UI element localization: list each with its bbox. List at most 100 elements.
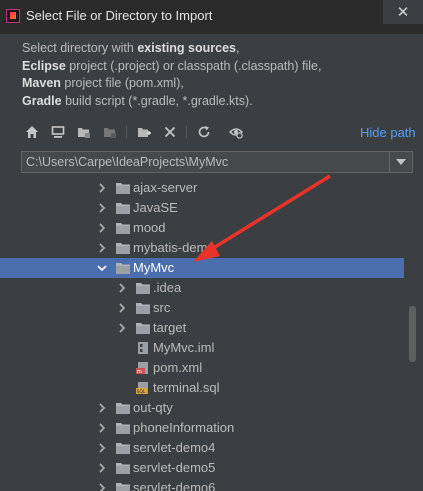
tree-folder-row[interactable]: out-qty bbox=[0, 398, 404, 418]
tree-item-label: mood bbox=[133, 220, 166, 235]
toolbar-separator bbox=[186, 125, 187, 139]
tree-folder-row[interactable]: servlet-demo4 bbox=[0, 438, 404, 458]
import-description: Select directory with existing sources, … bbox=[22, 40, 412, 110]
tree-item-label: .idea bbox=[153, 280, 182, 295]
folder-icon bbox=[116, 443, 130, 454]
svg-text:SQL: SQL bbox=[137, 389, 146, 395]
description-text: build script (*.gradle, *.gradle.kts). bbox=[61, 93, 253, 108]
module-folder-icon[interactable] bbox=[102, 124, 118, 140]
description-text: project (.project) or classpath (.classp… bbox=[65, 58, 322, 73]
folder-icon bbox=[116, 243, 130, 254]
sql-file-icon: SQL bbox=[136, 382, 148, 395]
tree-folder-row[interactable]: servlet-demo5 bbox=[0, 458, 404, 478]
chooser-toolbar: Hide path bbox=[22, 122, 422, 144]
chevron-right-icon[interactable] bbox=[117, 283, 127, 293]
maven-file-icon: m bbox=[136, 362, 148, 375]
chevron-right-icon[interactable] bbox=[97, 463, 107, 473]
chevron-right-icon[interactable] bbox=[97, 243, 107, 253]
tree-item-label: servlet-demo6 bbox=[133, 480, 216, 491]
folder-icon bbox=[116, 183, 130, 194]
tree-item-label: src bbox=[153, 300, 171, 315]
folder-icon bbox=[116, 263, 130, 274]
tree-scrollbar[interactable] bbox=[404, 178, 423, 491]
tree-file-row[interactable]: SQL terminal.sql bbox=[0, 378, 404, 398]
description-line-4: Gradle build script (*.gradle, *.gradle.… bbox=[22, 93, 412, 111]
chevron-right-icon[interactable] bbox=[97, 223, 107, 233]
tree-item-label: MyMvc bbox=[133, 260, 175, 275]
tree-item-label: servlet-demo4 bbox=[133, 440, 216, 455]
tree-folder-row[interactable]: mood bbox=[0, 218, 404, 238]
tree-folder-row[interactable]: MyMvc bbox=[0, 258, 404, 278]
description-text: project file (pom.xml), bbox=[60, 76, 184, 90]
file-tree[interactable]: ajax-server JavaSE mood mybatis-demo MyMvc .i… bbox=[0, 178, 423, 491]
hide-path-link[interactable]: Hide path bbox=[360, 125, 416, 140]
folder-icon bbox=[136, 323, 150, 334]
description-line-1: Select directory with existing sources, bbox=[22, 40, 412, 58]
tree-folder-row[interactable]: JavaSE bbox=[0, 198, 404, 218]
chevron-right-icon[interactable] bbox=[97, 203, 107, 213]
description-line-2: Eclipse project (.project) or classpath … bbox=[22, 58, 412, 76]
tree-item-label: mybatis-demo bbox=[133, 240, 215, 255]
tree-file-row[interactable]: MyMvc.iml bbox=[0, 338, 404, 358]
window-title: Select File or Directory to Import bbox=[26, 8, 213, 23]
intellij-app-icon bbox=[6, 9, 20, 23]
show-hidden-icon[interactable] bbox=[228, 124, 244, 140]
path-combobox[interactable] bbox=[21, 151, 413, 173]
folder-icon bbox=[136, 303, 150, 314]
tree-folder-row[interactable]: servlet-demo6 bbox=[0, 478, 404, 491]
chevron-down-icon bbox=[396, 159, 406, 165]
desktop-icon[interactable] bbox=[50, 124, 66, 140]
tree-item-label: servlet-demo5 bbox=[133, 460, 216, 475]
chevron-right-icon[interactable] bbox=[97, 403, 107, 413]
tree-folder-row[interactable]: src bbox=[0, 298, 404, 318]
tree-file-row[interactable]: m pom.xml bbox=[0, 358, 404, 378]
tree-item-label: out-qty bbox=[133, 400, 173, 415]
path-input[interactable] bbox=[26, 153, 386, 171]
folder-icon bbox=[116, 403, 130, 414]
chevron-down-icon[interactable] bbox=[97, 263, 107, 273]
folder-icon bbox=[116, 223, 130, 234]
toolbar-separator bbox=[126, 125, 127, 139]
tree-item-label: target bbox=[153, 320, 187, 335]
scrollbar-thumb[interactable] bbox=[409, 306, 416, 362]
tree-item-label: phoneInformation bbox=[133, 420, 235, 435]
project-folder-icon[interactable] bbox=[76, 124, 92, 140]
description-text: , bbox=[235, 41, 240, 55]
tree-item-label: JavaSE bbox=[133, 200, 178, 215]
description-bold: existing sources bbox=[137, 41, 236, 55]
title-bar: Select File or Directory to Import ✕ bbox=[0, 0, 423, 34]
tree-folder-row[interactable]: phoneInformation bbox=[0, 418, 404, 438]
tree-folder-row[interactable]: ajax-server bbox=[0, 178, 404, 198]
chevron-right-icon[interactable] bbox=[97, 483, 107, 491]
chevron-right-icon[interactable] bbox=[97, 423, 107, 433]
description-bold: Eclipse bbox=[22, 58, 66, 73]
delete-icon[interactable] bbox=[162, 124, 178, 140]
svg-text:m: m bbox=[137, 369, 142, 375]
chevron-right-icon[interactable] bbox=[117, 303, 127, 313]
tree-item-label: ajax-server bbox=[133, 180, 198, 195]
description-bold: Maven bbox=[22, 76, 61, 90]
description-line-3: Maven project file (pom.xml), bbox=[22, 75, 412, 93]
tree-item-label: pom.xml bbox=[153, 360, 203, 375]
chevron-right-icon[interactable] bbox=[117, 323, 127, 333]
chevron-right-icon[interactable] bbox=[97, 183, 107, 193]
refresh-icon[interactable] bbox=[196, 124, 212, 140]
folder-icon bbox=[116, 203, 130, 214]
path-dropdown-button[interactable] bbox=[389, 152, 412, 172]
folder-icon bbox=[116, 463, 130, 474]
tree-folder-row[interactable]: target bbox=[0, 318, 404, 338]
close-button[interactable]: ✕ bbox=[383, 0, 423, 24]
new-folder-icon[interactable] bbox=[136, 124, 152, 140]
tree-folder-row[interactable]: .idea bbox=[0, 278, 404, 298]
home-icon[interactable] bbox=[24, 124, 40, 140]
tree-item-label: MyMvc.iml bbox=[153, 340, 215, 355]
folder-icon bbox=[116, 483, 130, 491]
module-file-icon bbox=[138, 342, 148, 354]
tree-item-label: terminal.sql bbox=[153, 380, 220, 395]
folder-icon bbox=[116, 423, 130, 434]
description-bold: Gradle bbox=[22, 93, 62, 108]
tree-folder-row[interactable]: mybatis-demo bbox=[0, 238, 404, 258]
description-text: Select directory with bbox=[22, 41, 138, 55]
chevron-right-icon[interactable] bbox=[97, 443, 107, 453]
folder-icon bbox=[136, 283, 150, 294]
